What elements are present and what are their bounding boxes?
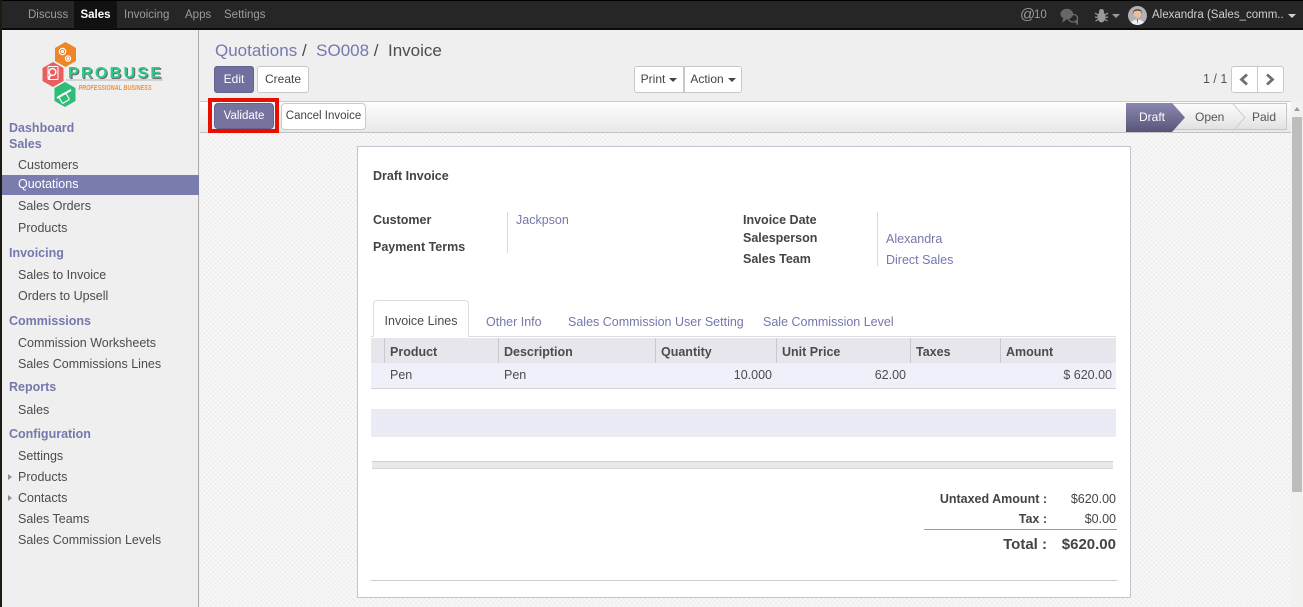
svg-text:PROFESSIONAL BUSINESS: PROFESSIONAL BUSINESS (79, 83, 152, 92)
svg-text:PROBUSE: PROBUSE (68, 65, 161, 82)
